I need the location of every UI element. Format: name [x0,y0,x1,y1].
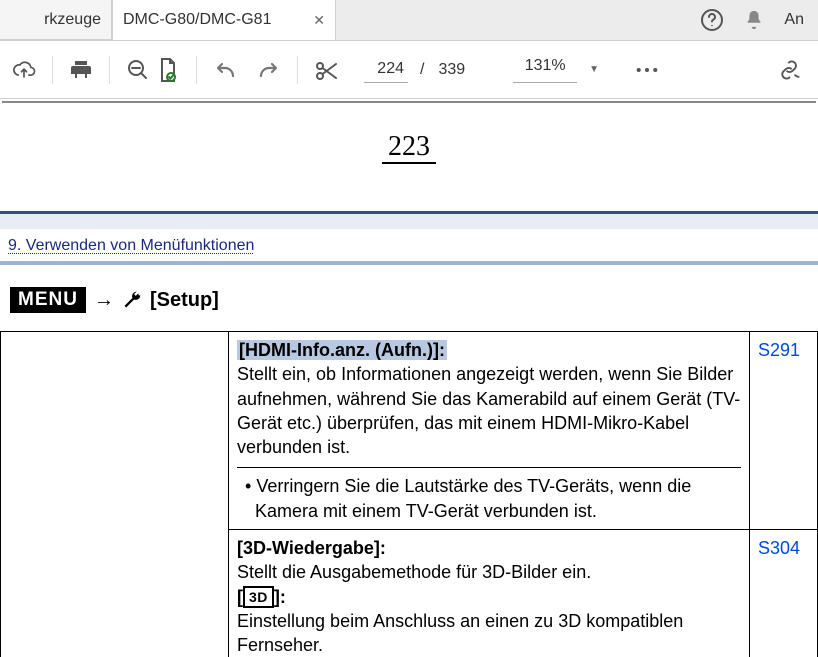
cell-body: [HDMI-Info.anz. (Aufn.)]: Stellt ein, ob… [229,332,750,530]
print-icon[interactable] [69,58,93,82]
zoom-dropdown-icon[interactable]: ▼ [589,64,599,75]
cell-body: [3D-Wiedergabe]: Stellt die Ausgabemetho… [229,530,750,657]
section-title: 9. Verwenden von Menüfunktionen [0,229,818,265]
row-heading: [TV-Anschluss] (Fortsetzung) [1,332,229,657]
bullet-note: • Verringern Sie die Lautstärke des TV-G… [237,467,741,523]
page-separator: / [414,61,430,79]
page-total: 339 [436,61,465,79]
more-icon[interactable] [635,58,659,82]
page-ref-link[interactable]: S304 [750,530,818,657]
tab-label: DMC-G80/DMC-G81 [123,11,271,29]
tab-bar: rkzeuge DMC-G80/DMC-G81 ✕ An [0,0,818,41]
toolbar: / 339 131% ▼ [0,41,818,99]
undo-icon[interactable] [213,58,237,82]
body-text: Stellt ein, ob Informationen angezeigt w… [237,364,740,457]
share-link-icon[interactable] [778,58,802,82]
cloud-upload-icon[interactable] [12,58,36,82]
wrench-icon [122,290,142,310]
settings-table: [TV-Anschluss] (Fortsetzung) [HDMI-Info.… [0,331,818,657]
badge-3d: 3D [243,586,274,608]
page-separator-bar [0,211,818,229]
redo-icon[interactable] [257,58,281,82]
body-text: Stellt die Ausgabemethode für 3D-Bilder … [237,560,741,584]
cut-icon[interactable] [314,58,338,82]
menu-chip: MENU [10,287,86,313]
help-icon[interactable] [700,8,724,32]
page-divider [2,99,816,103]
bell-icon[interactable] [742,8,766,32]
zoom-value[interactable]: 131% [513,57,577,83]
arrow-right-icon: → [94,289,114,312]
page-fit-icon[interactable] [156,58,180,82]
setup-label: [Setup] [150,289,219,312]
row-title: [3D-Wiedergabe]: [237,536,741,560]
table-row: [TV-Anschluss] (Fortsetzung) [HDMI-Info.… [1,332,818,530]
tabbar-right: An [700,8,818,32]
zoom-out-icon[interactable] [126,58,150,82]
hdmi-title: [HDMI-Info.anz. (Aufn.)]: [237,340,447,360]
body-text: Einstellung beim Anschluss an einen zu 3… [237,609,741,657]
page-ref-link[interactable]: S291 [750,332,818,530]
tab-label: rkzeuge [44,11,101,29]
page-number-input[interactable] [364,57,408,83]
document-view: 223 9. Verwenden von Menüfunktionen MENU… [0,99,818,657]
page-number-display: 223 [0,131,818,163]
menu-breadcrumb: MENU → [Setup] [0,265,818,331]
close-tab-icon[interactable]: ✕ [313,12,325,29]
signin-partial[interactable]: An [784,11,804,29]
tab-document-active[interactable]: DMC-G80/DMC-G81 ✕ [112,0,336,40]
tab-tools-partial[interactable]: rkzeuge [0,0,112,40]
